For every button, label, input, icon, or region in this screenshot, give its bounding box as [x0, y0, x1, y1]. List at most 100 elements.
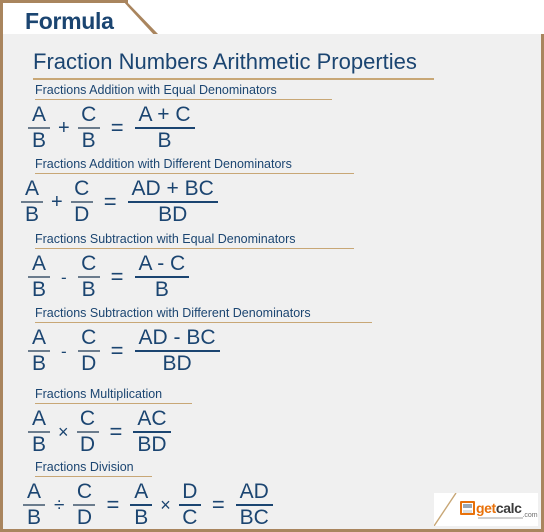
section-label-multiplication: Fractions Multiplication: [35, 387, 163, 401]
equation-addition-different: A B + C D = AD + BC BD: [21, 177, 218, 227]
denominator: B: [134, 506, 149, 530]
denominator: BD: [162, 352, 192, 376]
numerator: A: [26, 480, 41, 503]
denominator: B: [154, 278, 169, 302]
tab-diagonal-edge: [125, 0, 161, 37]
section-rule-subtraction-different: [35, 322, 372, 323]
equation-division: A B ÷ C D = A B × D C = AD BC: [23, 480, 273, 530]
numerator: A: [31, 326, 46, 349]
fraction-result: A - C B: [134, 252, 190, 302]
numerator: AD: [239, 480, 269, 503]
section-label-addition-different: Fractions Addition with Different Denomi…: [35, 157, 292, 171]
content-inner: Fraction Numbers Arithmetic Properties F…: [3, 34, 541, 529]
numerator: C: [81, 326, 97, 349]
denominator: B: [26, 506, 41, 530]
section-label-addition-equal: Fractions Addition with Equal Denominato…: [35, 83, 277, 97]
operator-equals: =: [109, 419, 123, 445]
monitor-icon: [460, 501, 475, 515]
fraction-mid-first: A B: [130, 480, 153, 530]
fraction-right: C D: [76, 407, 99, 457]
denominator: D: [74, 203, 90, 227]
denominator: C: [182, 506, 198, 530]
section-label-subtraction-equal: Fractions Subtraction with Equal Denomin…: [35, 232, 296, 246]
fraction-left: A B: [21, 177, 43, 227]
section-label-division: Fractions Division: [35, 460, 134, 474]
fraction-right: C B: [77, 103, 100, 153]
logo-calc-text: calc: [495, 500, 522, 516]
operator-equals: =: [103, 189, 117, 215]
equation-subtraction-different: A B - C D = AD - BC BD: [28, 326, 220, 376]
logo-content: get calc .com: [460, 500, 538, 519]
operator-plus: +: [58, 117, 70, 140]
numerator: C: [79, 407, 96, 430]
fraction-left: A B: [28, 103, 50, 153]
formula-tab: Formula: [0, 0, 128, 37]
equation-subtraction-equal: A B - C B = A - C B: [28, 252, 190, 302]
numerator: A - C: [138, 252, 186, 275]
numerator: C: [81, 103, 97, 126]
fraction-result: AC BD: [133, 407, 171, 457]
numerator: C: [81, 252, 97, 275]
operator-equals: =: [106, 492, 120, 518]
logo-get-text: get: [476, 500, 496, 516]
fraction-result: AD BC: [235, 480, 273, 530]
numerator: A + C: [138, 103, 191, 126]
header-band: Formula: [0, 0, 544, 38]
denominator: B: [31, 129, 46, 153]
operator-minus: -: [61, 341, 67, 361]
fraction-right: C D: [73, 480, 96, 530]
section-rule-addition-different: [35, 173, 354, 174]
operator-divide: ÷: [54, 494, 65, 516]
denominator: B: [24, 203, 39, 227]
numerator: AC: [137, 407, 167, 430]
operator-equals: =: [110, 338, 124, 364]
numerator: A: [31, 407, 46, 430]
content-panel: Fraction Numbers Arithmetic Properties F…: [0, 34, 544, 532]
equation-multiplication: A B × C D = AC BD: [28, 407, 171, 457]
denominator: B: [157, 129, 172, 153]
operator-multiply: ×: [58, 422, 69, 443]
page-title-underline: [33, 78, 434, 80]
section-rule-multiplication: [35, 403, 192, 404]
denominator: BD: [158, 203, 188, 227]
fraction-right: C D: [77, 326, 100, 376]
fraction-right: C D: [70, 177, 93, 227]
denominator: D: [76, 506, 93, 530]
numerator: A: [24, 177, 39, 200]
formula-card: Formula Fraction Numbers Arithmetic Prop…: [0, 0, 544, 532]
fraction-result: A + C B: [134, 103, 195, 153]
operator-plus: +: [51, 191, 63, 214]
denominator: B: [31, 278, 46, 302]
section-rule-subtraction-equal: [35, 248, 354, 249]
section-rule-addition-equal: [35, 99, 332, 100]
fraction-mid-second: D C: [178, 480, 201, 530]
numerator: A: [31, 103, 46, 126]
fraction-left: A B: [28, 326, 50, 376]
section-label-subtraction-different: Fractions Subtraction with Different Den…: [35, 306, 311, 320]
fraction-left: A B: [28, 407, 50, 457]
fraction-result: AD - BC BD: [134, 326, 220, 376]
numerator: C: [76, 480, 93, 503]
numerator: D: [182, 480, 198, 503]
denominator: B: [81, 278, 96, 302]
numerator: AD - BC: [138, 326, 216, 349]
section-rule-division: [35, 476, 152, 477]
operator-minus: -: [61, 267, 67, 287]
operator-equals: =: [110, 115, 124, 141]
fraction-result: AD + BC BD: [127, 177, 218, 227]
page-title: Fraction Numbers Arithmetic Properties: [33, 49, 417, 74]
logo-dotcom-text: .com: [522, 512, 538, 519]
denominator: B: [31, 352, 46, 376]
operator-equals: =: [110, 264, 124, 290]
operator-multiply: ×: [160, 495, 171, 516]
operator-equals-second: =: [211, 492, 225, 518]
site-logo[interactable]: get calc .com: [434, 493, 538, 526]
numerator: A: [31, 252, 46, 275]
equation-addition-equal: A B + C B = A + C B: [28, 103, 195, 153]
logo-underline: [478, 517, 523, 519]
fraction-left: A B: [28, 252, 50, 302]
denominator: D: [81, 352, 97, 376]
fraction-left: A B: [23, 480, 45, 530]
denominator: B: [31, 433, 46, 457]
denominator: B: [81, 129, 96, 153]
